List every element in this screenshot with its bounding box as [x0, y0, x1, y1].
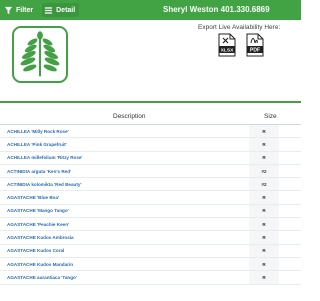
table-row: AGASTACHE Kudos Coral R [0, 244, 301, 258]
export-xlsx-button[interactable]: XLSX [218, 33, 236, 57]
plant-name-link[interactable]: AGASTACHE Kudos Ambrosia [7, 235, 74, 240]
table-row: ACHILLEA millefolium 'Ritzy Rose' R [0, 151, 301, 165]
table-row: ACHILLEA 'Pink Grapefruit' R [0, 138, 301, 152]
size-cell: R [249, 138, 279, 151]
table-row: AGASTACHE Kudos Ambrosia R [0, 231, 301, 245]
filter-button[interactable]: Filter [2, 3, 37, 17]
table-row: AGASTACHE 'Mango Tango' R [0, 204, 301, 219]
top-toolbar: Filter Detail Sheryl Weston 401.330.6869 [0, 0, 301, 20]
pdf-label: PDF [250, 48, 260, 54]
size-cell: R [249, 151, 279, 164]
list-icon [44, 6, 53, 15]
filter-icon [4, 6, 13, 15]
column-header-size: Size [264, 113, 277, 120]
plant-name-link[interactable]: AGASTACHE Kudos Coral [7, 248, 64, 253]
size-cell: R [249, 231, 279, 244]
company-logo [12, 26, 68, 83]
plant-name-link[interactable]: AGASTACHE 'Mango Tango' [7, 208, 69, 213]
export-label: Export Live Availability Here: [198, 24, 281, 31]
filter-button-label: Filter [16, 6, 34, 14]
size-cell: R [249, 218, 279, 231]
size-cell: R [249, 271, 279, 284]
plant-name-link[interactable]: ACTINIDIA kolomikta 'Red Beauty' [7, 182, 82, 187]
size-cell: R [249, 191, 279, 204]
contact-info: Sheryl Weston 401.330.6869 [163, 5, 270, 14]
detail-button-label: Detail [56, 6, 76, 14]
plant-name-link[interactable]: AGASTACHE 'Peachie Keen' [7, 222, 69, 227]
pdf-file-icon: PDF [246, 33, 264, 57]
size-cell: R [249, 257, 279, 271]
table-row: ACHILLEA 'Milly Rock Rose' R [0, 125, 301, 139]
table-row: AGASTACHE aurantiaca 'Tango' R [0, 271, 301, 285]
table-row: AGASTACHE Kudos Mandarin R [0, 257, 301, 272]
plant-name-link[interactable]: ACHILLEA 'Pink Grapefruit' [7, 142, 67, 147]
size-cell: #2 [249, 178, 279, 191]
availability-table: ACHILLEA 'Milly Rock Rose' R ACHILLEA 'P… [0, 125, 301, 285]
table-row: ACTINIDIA arguta 'Ken's Red' #2 [0, 164, 301, 179]
plant-name-link[interactable]: AGASTACHE Kudos Mandarin [7, 262, 73, 267]
table-row: ACTINIDIA kolomikta 'Red Beauty' #2 [0, 178, 301, 192]
xlsx-label: XLSX [221, 48, 234, 54]
export-pdf-button[interactable]: PDF [246, 33, 264, 57]
size-cell: R [249, 125, 279, 138]
detail-button[interactable]: Detail [42, 3, 80, 17]
size-cell: #2 [249, 164, 279, 178]
plant-name-link[interactable]: AGASTACHE 'Blue Boa' [7, 195, 59, 200]
plant-name-link[interactable]: ACHILLEA millefolium 'Ritzy Rose' [7, 155, 83, 160]
plant-name-link[interactable]: ACHILLEA 'Milly Rock Rose' [7, 129, 69, 134]
plant-name-link[interactable]: AGASTACHE aurantiaca 'Tango' [7, 275, 77, 280]
column-header-description: Description [113, 113, 146, 120]
size-cell: R [249, 204, 279, 218]
section-divider [0, 101, 301, 103]
table-header: Description Size [0, 111, 301, 125]
plant-leaf-icon [20, 31, 60, 77]
xlsx-file-icon: XLSX [218, 33, 236, 57]
size-cell: R [249, 244, 279, 257]
table-row: AGASTACHE 'Peachie Keen' R [0, 218, 301, 232]
table-row: AGASTACHE 'Blue Boa' R [0, 191, 301, 205]
plant-name-link[interactable]: ACTINIDIA arguta 'Ken's Red' [7, 169, 71, 174]
